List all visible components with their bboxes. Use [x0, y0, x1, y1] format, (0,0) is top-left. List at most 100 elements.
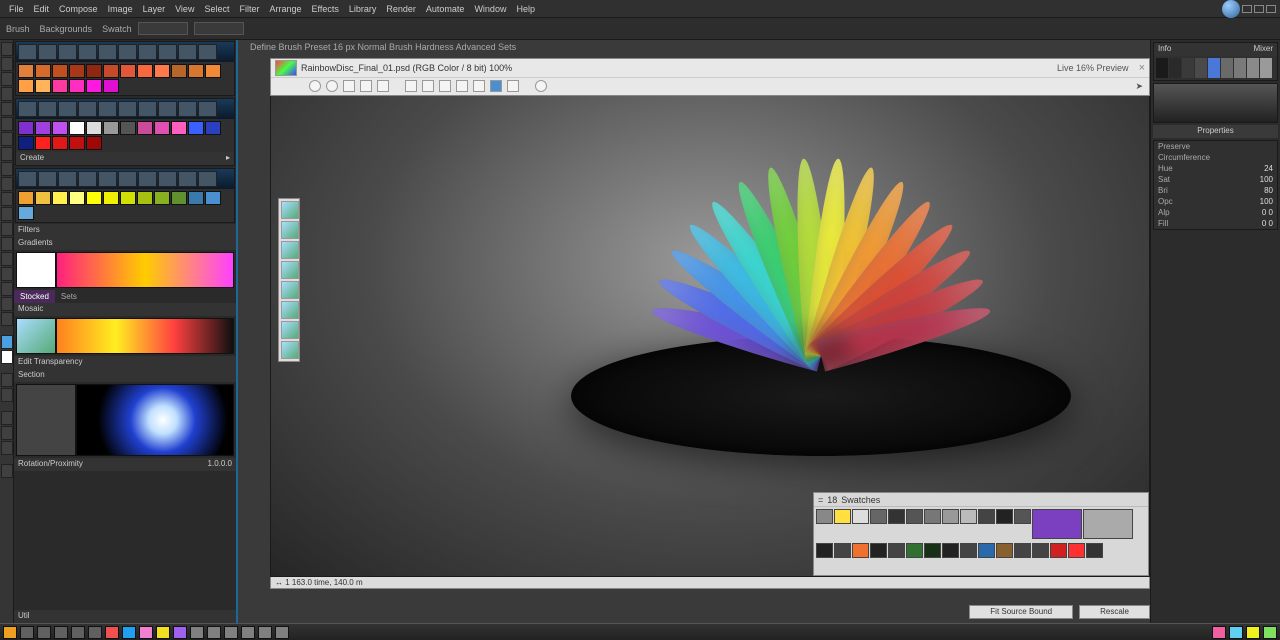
gray-swatch[interactable] [1182, 58, 1194, 78]
dock-swatch[interactable] [996, 509, 1013, 524]
swatch[interactable] [52, 79, 68, 93]
fit-bound-button[interactable]: Fit Source Bound [969, 605, 1073, 619]
vthumb[interactable] [281, 301, 299, 319]
gradient2-thumb[interactable] [16, 318, 56, 354]
taskbar-item[interactable] [241, 626, 255, 639]
taskbar-item[interactable] [88, 626, 102, 639]
swatch[interactable] [154, 191, 170, 205]
palette2-thumb[interactable] [178, 101, 197, 117]
properties-header[interactable]: Properties [1153, 125, 1278, 138]
swatch[interactable] [69, 191, 85, 205]
window-close-icon[interactable] [1266, 5, 1276, 13]
dock-swatch[interactable] [816, 509, 833, 524]
tool-bg-color[interactable] [1, 350, 13, 364]
tool-extra-b[interactable] [1, 426, 13, 440]
tool-gradient[interactable] [1, 192, 13, 206]
swatch[interactable] [103, 64, 119, 78]
taskbar-item[interactable] [139, 626, 153, 639]
palette1-thumb[interactable] [178, 44, 197, 60]
swatch[interactable] [52, 136, 68, 150]
menu-layer[interactable]: Layer [143, 4, 166, 14]
palette1-thumb[interactable] [118, 44, 137, 60]
swatch[interactable] [171, 191, 187, 205]
tool-shape[interactable] [1, 282, 13, 296]
swatch[interactable] [188, 121, 204, 135]
gray-swatch[interactable] [1195, 58, 1207, 78]
subbar-backgrounds[interactable]: Backgrounds [40, 24, 93, 34]
ring-icon[interactable] [535, 80, 547, 92]
mosaic-label[interactable]: Mosaic [14, 303, 236, 316]
dock-swatch[interactable] [834, 543, 851, 558]
palette1-thumb[interactable] [58, 44, 77, 60]
swatch[interactable] [205, 121, 221, 135]
vthumb[interactable] [281, 341, 299, 359]
palette2-thumb[interactable] [198, 101, 217, 117]
tool-eyedrop[interactable] [1, 117, 13, 131]
dock-swatch[interactable] [906, 543, 923, 558]
taskbar-item[interactable] [207, 626, 221, 639]
palette1-thumb[interactable] [18, 44, 37, 60]
palette1-thumb[interactable] [198, 44, 217, 60]
canvas[interactable]: = 18 Swatches [270, 96, 1150, 577]
dock-swatch[interactable] [1050, 543, 1067, 558]
swatch[interactable] [69, 64, 85, 78]
dock-swatch[interactable] [960, 509, 977, 524]
palette3-thumb[interactable] [118, 171, 137, 187]
stack-icon[interactable] [507, 80, 519, 92]
swatch[interactable] [103, 121, 119, 135]
tool-clone[interactable] [1, 162, 13, 176]
taskbar-item[interactable] [275, 626, 289, 639]
menu-effects[interactable]: Effects [312, 4, 339, 14]
palette2-thumb[interactable] [158, 101, 177, 117]
swatch[interactable] [86, 79, 102, 93]
swatch[interactable] [52, 191, 68, 205]
subbar-brush[interactable]: Brush [6, 24, 30, 34]
swatch[interactable] [35, 64, 51, 78]
window-max-icon[interactable] [1254, 5, 1264, 13]
swatch[interactable] [205, 64, 221, 78]
menu-compose[interactable]: Compose [59, 4, 98, 14]
dock-swatch[interactable] [996, 543, 1013, 558]
palette3-thumb[interactable] [178, 171, 197, 187]
tool-brush[interactable] [1, 147, 13, 161]
tool-extra-c[interactable] [1, 441, 13, 455]
taskbar-item[interactable] [71, 626, 85, 639]
palette2-thumb[interactable] [138, 101, 157, 117]
tab-sets[interactable]: Sets [55, 290, 83, 303]
palette3-thumb[interactable] [58, 171, 77, 187]
menu-edit[interactable]: Edit [34, 4, 50, 14]
edit-transparency-label[interactable]: Edit Transparency [14, 356, 236, 369]
tool-lasso[interactable] [1, 72, 13, 86]
window-min-icon[interactable] [1242, 5, 1252, 13]
taskbar-item[interactable] [20, 626, 34, 639]
dock-swatch[interactable] [888, 543, 905, 558]
pointer-icon[interactable] [309, 80, 321, 92]
dock-handle-icon[interactable]: = [818, 495, 823, 505]
gray-swatch[interactable] [1208, 58, 1220, 78]
taskbar-item[interactable] [54, 626, 68, 639]
tool-extra-a[interactable] [1, 411, 13, 425]
dock-swatch[interactable] [906, 509, 923, 524]
tool-fg-color[interactable] [1, 335, 13, 349]
gray-swatch[interactable] [1234, 58, 1246, 78]
swatch[interactable] [52, 121, 68, 135]
circle-icon[interactable] [326, 80, 338, 92]
dock-swatch[interactable] [924, 509, 941, 524]
tool-dodge[interactable] [1, 222, 13, 236]
swatch[interactable] [52, 64, 68, 78]
menu-view[interactable]: View [175, 4, 194, 14]
menu-filter[interactable]: Filter [239, 4, 259, 14]
filters-label[interactable]: Filters [14, 224, 236, 237]
swatch[interactable] [154, 121, 170, 135]
gray-swatch[interactable] [1260, 58, 1272, 78]
swatch[interactable] [18, 206, 34, 220]
palette2-thumb[interactable] [118, 101, 137, 117]
swatch[interactable] [18, 121, 34, 135]
tool-heal[interactable] [1, 132, 13, 146]
palette2-thumb[interactable] [78, 101, 97, 117]
dock-swatch[interactable] [1032, 509, 1082, 539]
vthumb[interactable] [281, 201, 299, 219]
taskbar-tray-item[interactable] [1229, 626, 1243, 639]
menu-automate[interactable]: Automate [426, 4, 465, 14]
taskbar-item[interactable] [224, 626, 238, 639]
